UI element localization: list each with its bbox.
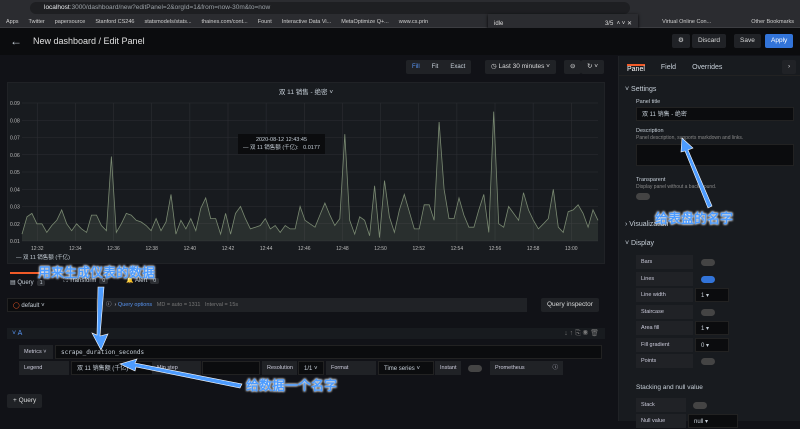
annotation-legend: 给数据一个名字 (246, 378, 338, 393)
annotation-title: 给表盘的名字 (655, 211, 734, 226)
annotation-data: 用来生成仪表的数据 (38, 265, 156, 280)
